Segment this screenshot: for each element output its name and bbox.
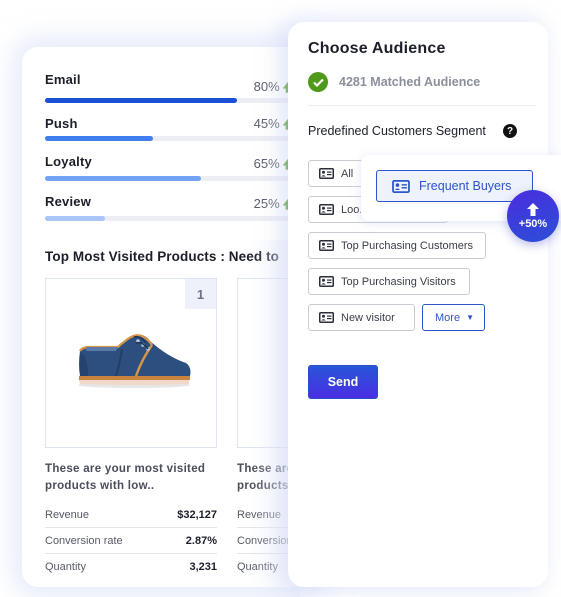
divider: [308, 105, 536, 106]
metric-label: Email: [45, 72, 81, 87]
badge-text: +50%: [518, 217, 548, 230]
caret-down-icon: ▼: [466, 313, 474, 322]
chip-label: Frequent Buyers: [419, 179, 512, 193]
metric-push: Push 45%🡅: [45, 116, 295, 156]
chip-label: Top Purchasing Visitors: [341, 275, 456, 288]
chip-label: New visitor: [341, 311, 395, 324]
help-icon[interactable]: ?: [503, 124, 517, 138]
progress-bar: [45, 98, 295, 103]
sneaker-image: [78, 334, 191, 388]
progress-bar: [45, 216, 295, 221]
stat-row-revenue: Revenue $32,127: [45, 502, 217, 528]
segment-chip-top-purchasing-customers[interactable]: Top Purchasing Customers: [308, 232, 486, 259]
stat-value: 2.87%: [185, 534, 217, 547]
stat-label: Conversion rate: [45, 534, 123, 547]
id-card-icon: [319, 312, 334, 323]
more-dropdown[interactable]: More ▼: [422, 304, 485, 331]
stat-row-conversion: Conversion rate 2.87%: [45, 528, 217, 554]
segment-chip-frequent-buyers[interactable]: Frequent Buyers: [376, 170, 533, 202]
stat-value: 3,231: [189, 561, 217, 573]
chip-label: All: [341, 167, 354, 180]
product-stats: Revenue $32,127 Conversion rate 2.87% Quan…: [45, 502, 217, 580]
id-card-icon: [319, 204, 334, 215]
id-card-icon: [319, 276, 334, 287]
chip-label: Top Purchasing Customers: [341, 239, 474, 252]
metric-percent: 65%: [253, 156, 280, 171]
send-button[interactable]: Send: [308, 365, 378, 399]
metric-email: Email 80%🡅: [45, 72, 295, 112]
stat-value: $32,127: [177, 508, 217, 521]
progress-bar: [45, 176, 295, 181]
stat-label: Quantity: [45, 561, 86, 573]
progress-fill: [45, 176, 201, 181]
metric-review: Review 25%🡅: [45, 194, 295, 234]
stat-label: Revenue: [237, 508, 282, 521]
matched-count: 4281 Matched Audience: [339, 75, 481, 89]
progress-bar: [45, 136, 295, 141]
stat-row-quantity: Quantity 3,231: [45, 554, 217, 580]
id-card-icon: [319, 240, 334, 251]
growth-badge: +50%: [507, 190, 559, 242]
segment-chip-top-purchasing-visitors[interactable]: Top Purchasing Visitors: [308, 268, 470, 295]
id-card-icon: [392, 179, 410, 193]
metric-loyalty: Loyalty 65%🡅: [45, 154, 295, 194]
check-circle-icon: [308, 72, 328, 92]
stat-label: Revenue: [45, 508, 90, 521]
product-rank: 1: [185, 279, 216, 309]
segment-label: Predefined Customers Segment: [308, 124, 486, 138]
stat-label: Quantity: [237, 561, 278, 573]
id-card-icon: [319, 168, 334, 179]
metric-label: Loyalty: [45, 154, 92, 169]
product-card[interactable]: 1: [45, 278, 217, 448]
matched-audience: 4281 Matched Audience: [308, 72, 480, 92]
product-description: These are your most visited products wit…: [45, 463, 206, 492]
metric-label: Review: [45, 194, 92, 209]
more-label: More: [435, 311, 461, 324]
progress-fill: [45, 136, 153, 141]
progress-fill: [45, 98, 237, 103]
progress-fill: [45, 216, 105, 221]
arrow-up-icon: [527, 202, 539, 216]
segment-chip-new-visitor[interactable]: New visitor: [308, 304, 415, 331]
metric-percent: 80%: [253, 79, 280, 94]
metric-label: Push: [45, 116, 78, 131]
metric-percent: 25%: [253, 196, 280, 211]
panel-title: Choose Audience: [308, 40, 446, 57]
section-title: Top Most Visited Products : Need to: [45, 249, 280, 264]
metric-percent: 45%: [253, 116, 280, 131]
